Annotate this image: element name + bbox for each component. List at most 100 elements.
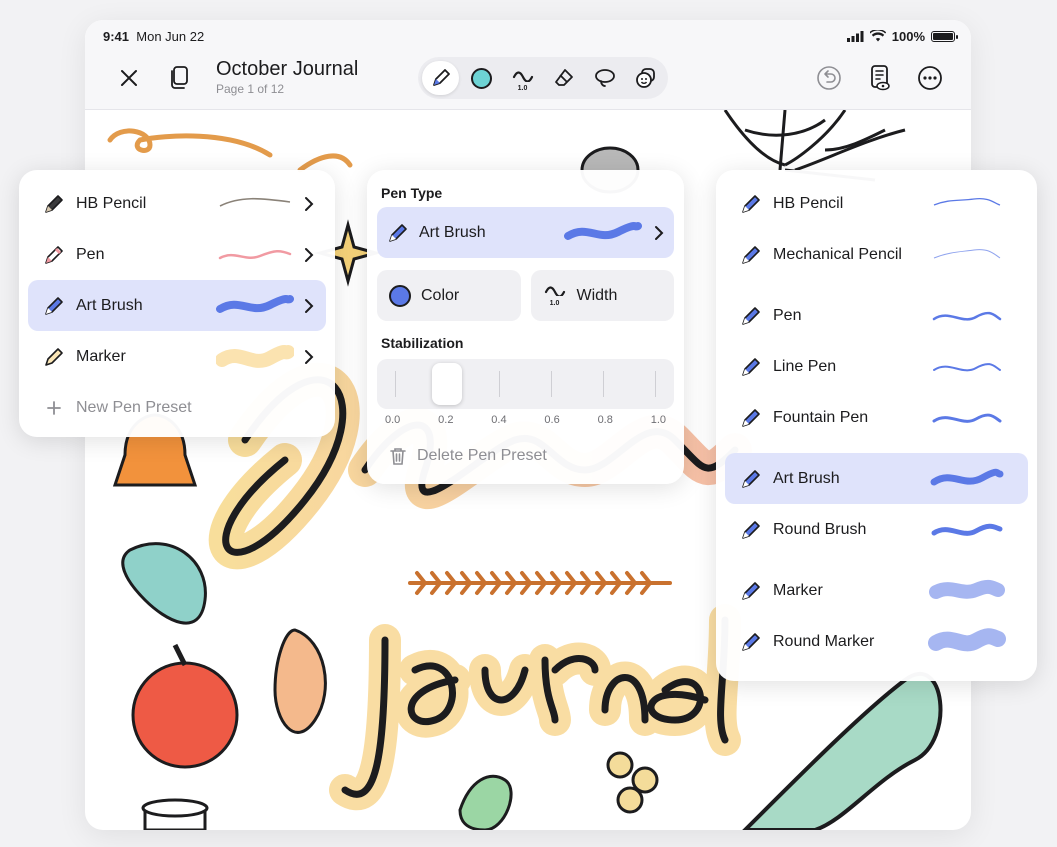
- marker-stroke-preview-icon: [216, 344, 294, 368]
- pen-presets-panel: HB Pencil Pen Art Brush Marker New Pen P…: [19, 170, 335, 437]
- preset-label: Marker: [76, 347, 126, 365]
- scale-label: 0.4: [491, 414, 507, 426]
- pen-type-label: Pen: [773, 306, 802, 324]
- stroke-width-icon: [512, 71, 533, 82]
- pen-type-selector[interactable]: Art Brush: [377, 207, 674, 258]
- peach-leaf-doodle: [273, 628, 327, 734]
- journal-lettering: [329, 604, 741, 811]
- pen-type-marker[interactable]: Marker: [725, 565, 1028, 616]
- preset-label: Art Brush: [76, 296, 143, 314]
- new-pen-preset-button[interactable]: New Pen Preset: [28, 382, 326, 433]
- status-date: Mon Jun 22: [136, 28, 205, 44]
- cellular-icon: [846, 30, 864, 42]
- preset-row-hb-pencil[interactable]: HB Pencil: [28, 178, 326, 229]
- width-badge: 1.0: [549, 299, 560, 307]
- color-tool-button[interactable]: [463, 61, 500, 95]
- chevron-right-icon: [305, 196, 314, 211]
- pen-type-mechanical-pencil[interactable]: Mechanical Pencil: [725, 229, 1028, 280]
- brush-icon: [45, 296, 63, 315]
- status-bar: 9:41 Mon Jun 22 100%: [85, 20, 971, 46]
- lasso-tool-button[interactable]: [586, 61, 623, 95]
- pen-tool-button[interactable]: [422, 61, 459, 95]
- marker-icon: [45, 347, 63, 366]
- preset-label: Pen: [76, 245, 105, 263]
- marker-icon: [742, 632, 760, 651]
- width-tool-button[interactable]: 1.0: [504, 61, 541, 95]
- lasso-icon: [594, 69, 615, 87]
- art-brush-stroke-preview-icon: [564, 221, 642, 240]
- scale-label: 1.0: [650, 414, 666, 426]
- pen-type-value: Art Brush: [419, 223, 486, 241]
- document-page-indicator: Page 1 of 12: [216, 82, 285, 96]
- pencil-stroke-preview-icon: [219, 197, 291, 207]
- chevron-right-icon: [305, 349, 314, 364]
- stroke-preview-icon: [932, 413, 1002, 423]
- preset-row-marker[interactable]: Marker: [28, 331, 326, 382]
- color-button[interactable]: Color: [377, 270, 521, 321]
- stickers-tool-button[interactable]: [627, 61, 664, 95]
- undo-icon[interactable]: [814, 63, 844, 93]
- document-title-block[interactable]: October Journal Page 1 of 12: [216, 58, 358, 96]
- delete-pen-preset-button[interactable]: Delete Pen Preset: [389, 446, 662, 466]
- plus-icon: [47, 400, 61, 415]
- pen-type-heading: Pen Type: [381, 185, 443, 201]
- pen-type-label: Mechanical Pencil: [773, 245, 902, 263]
- more-options-icon[interactable]: [915, 63, 945, 93]
- chevron-right-icon: [655, 225, 664, 240]
- pen-icon: [742, 357, 760, 376]
- trash-icon: [390, 448, 406, 465]
- pen-icon: [742, 306, 760, 325]
- scale-label: 0.6: [544, 414, 560, 426]
- stroke-preview-icon: [929, 579, 1005, 599]
- pen-type-label: HB Pencil: [773, 194, 844, 212]
- pages-icon[interactable]: [164, 63, 194, 93]
- pencil-icon: [45, 194, 63, 213]
- pen-type-pen[interactable]: Pen: [725, 290, 1028, 341]
- preset-row-art-brush[interactable]: Art Brush: [28, 280, 326, 331]
- status-time: 9:41: [103, 28, 130, 44]
- stabilization-slider[interactable]: [377, 359, 674, 409]
- chevron-right-icon: [305, 298, 314, 313]
- status-indicators: 100%: [846, 29, 958, 44]
- stroke-preview-icon: [928, 627, 1006, 651]
- pencil-icon: [742, 194, 760, 213]
- cup-doodle: [141, 798, 209, 830]
- new-preset-label: New Pen Preset: [76, 398, 192, 416]
- stroke-preview-icon: [933, 197, 1001, 206]
- close-icon[interactable]: [114, 63, 144, 93]
- sticker-icon: [635, 68, 655, 88]
- art-brush-stroke-preview-icon: [216, 294, 294, 313]
- read-mode-icon[interactable]: [865, 63, 895, 93]
- marker-icon: [742, 581, 760, 600]
- width-label: Width: [576, 286, 618, 304]
- pen-type-label: Marker: [773, 581, 823, 599]
- pen-type-line-pen[interactable]: Line Pen: [725, 341, 1028, 392]
- stroke-preview-icon: [933, 248, 1001, 258]
- preset-row-pen[interactable]: Pen: [28, 229, 326, 280]
- pen-type-round-marker[interactable]: Round Marker: [725, 616, 1028, 667]
- scarf-doodle: [742, 671, 943, 830]
- stroke-preview-icon: [931, 523, 1003, 536]
- width-button[interactable]: 1.0 Width: [530, 270, 674, 321]
- color-width-buttons: Color 1.0 Width: [377, 270, 674, 321]
- eraser-tool-button[interactable]: [545, 61, 582, 95]
- stroke-preview-icon: [933, 362, 1001, 371]
- brush-icon: [389, 223, 407, 242]
- pen-type-round-brush[interactable]: Round Brush: [725, 504, 1028, 555]
- stroke-preview-icon: [930, 468, 1004, 485]
- scroll-ornament: [107, 128, 353, 173]
- document-title: October Journal: [216, 58, 359, 80]
- pen-type-list-panel: HB Pencil Mechanical Pencil Pen Line Pen…: [716, 170, 1037, 681]
- pen-type-hb-pencil[interactable]: HB Pencil: [725, 178, 1028, 229]
- pen-icon: [45, 245, 63, 264]
- stroke-width-icon: 1.0: [543, 284, 567, 308]
- pen-type-art-brush[interactable]: Art Brush: [725, 453, 1028, 504]
- clover-doodle: [606, 751, 659, 814]
- current-color-swatch: [471, 67, 492, 89]
- brush-icon: [742, 469, 760, 488]
- slider-thumb[interactable]: [432, 363, 462, 405]
- pen-type-label: Round Brush: [773, 520, 867, 538]
- delete-label: Delete Pen Preset: [417, 447, 547, 464]
- pen-type-fountain-pen[interactable]: Fountain Pen: [725, 392, 1028, 443]
- preset-label: HB Pencil: [76, 194, 147, 212]
